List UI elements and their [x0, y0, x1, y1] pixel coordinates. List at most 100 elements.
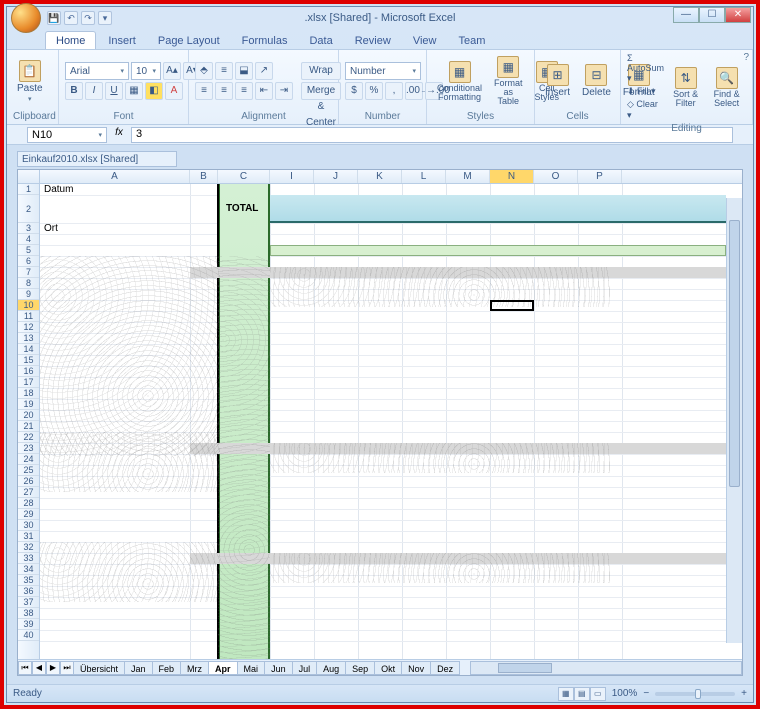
tab-nav-first[interactable]: ⏮	[18, 661, 32, 675]
column-header-P[interactable]: P	[578, 170, 622, 183]
tab-nav-last[interactable]: ⏭	[60, 661, 74, 675]
tab-nav-prev[interactable]: ◀	[32, 661, 46, 675]
row-header-2[interactable]: 2	[18, 195, 39, 223]
redo-icon[interactable]: ↷	[81, 11, 95, 25]
row-header-24[interactable]: 24	[18, 454, 39, 465]
tab-formulas[interactable]: Formulas	[232, 32, 298, 49]
align-top-button[interactable]: ⬘	[195, 62, 213, 80]
indent-dec-button[interactable]: ⇤	[255, 82, 273, 100]
row-header-25[interactable]: 25	[18, 465, 39, 476]
align-middle-button[interactable]: ≡	[215, 62, 233, 80]
vertical-scrollbar[interactable]	[726, 198, 742, 643]
insert-cells-button[interactable]: ⊞Insert	[541, 62, 574, 100]
active-cell[interactable]	[490, 300, 534, 311]
row-header-13[interactable]: 13	[18, 333, 39, 344]
row-header-15[interactable]: 15	[18, 355, 39, 366]
row-header-30[interactable]: 30	[18, 520, 39, 531]
sheet-tab-feb[interactable]: Feb	[152, 661, 182, 675]
workbook-caption[interactable]: Einkauf2010.xlsx [Shared]	[17, 151, 177, 167]
column-header-M[interactable]: M	[446, 170, 490, 183]
bold-button[interactable]: B	[65, 82, 83, 100]
row-header-9[interactable]: 9	[18, 289, 39, 300]
view-pagebreak-button[interactable]: ▭	[590, 687, 606, 701]
row-header-14[interactable]: 14	[18, 344, 39, 355]
font-color-button[interactable]: A	[165, 82, 183, 100]
format-as-table-button[interactable]: ▦Format as Table	[490, 54, 527, 108]
row-header-5[interactable]: 5	[18, 245, 39, 256]
zoom-slider-thumb[interactable]	[695, 689, 701, 699]
tab-review[interactable]: Review	[345, 32, 401, 49]
cell-C2[interactable]: TOTAL	[224, 203, 260, 214]
row-header-7[interactable]: 7	[18, 267, 39, 278]
indent-inc-button[interactable]: ⇥	[275, 82, 293, 100]
row-header-23[interactable]: 23	[18, 443, 39, 454]
row-header-34[interactable]: 34	[18, 564, 39, 575]
column-header-B[interactable]: B	[190, 170, 218, 183]
border-button[interactable]: ▦	[125, 82, 143, 100]
row-header-11[interactable]: 11	[18, 311, 39, 322]
row-header-26[interactable]: 26	[18, 476, 39, 487]
wrap-text-button[interactable]: Wrap Text	[301, 62, 341, 80]
horizontal-scrollbar[interactable]	[470, 661, 742, 675]
comma-button[interactable]: ,	[385, 82, 403, 100]
orientation-button[interactable]: ↗	[255, 62, 273, 80]
column-header-O[interactable]: O	[534, 170, 578, 183]
column-header-J[interactable]: J	[314, 170, 358, 183]
row-header-20[interactable]: 20	[18, 410, 39, 421]
clear-button[interactable]: ◇ Clear ▾	[627, 99, 664, 121]
row-header-18[interactable]: 18	[18, 388, 39, 399]
row-header-27[interactable]: 27	[18, 487, 39, 498]
save-icon[interactable]: 💾	[47, 11, 61, 25]
align-left-button[interactable]: ≡	[195, 82, 213, 100]
row-header-12[interactable]: 12	[18, 322, 39, 333]
minimize-button[interactable]: —	[673, 7, 699, 23]
row-header-17[interactable]: 17	[18, 377, 39, 388]
number-format-combo[interactable]: Number▾	[345, 62, 421, 80]
maximize-button[interactable]: ☐	[699, 7, 725, 23]
sheet-tab-dez[interactable]: Dez	[430, 661, 460, 675]
name-box[interactable]: N10▾	[27, 127, 107, 143]
vertical-scrollbar-thumb[interactable]	[729, 220, 740, 487]
row-header-1[interactable]: 1	[18, 184, 39, 195]
row-header-6[interactable]: 6	[18, 256, 39, 267]
font-name-combo[interactable]: Arial▾	[65, 62, 129, 80]
tab-view[interactable]: View	[403, 32, 447, 49]
sheet-tab-aug[interactable]: Aug	[316, 661, 346, 675]
row-header-8[interactable]: 8	[18, 278, 39, 289]
tab-nav-next[interactable]: ▶	[46, 661, 60, 675]
row-header-16[interactable]: 16	[18, 366, 39, 377]
sheet-tab-jul[interactable]: Jul	[292, 661, 318, 675]
sheet-tab-apr[interactable]: Apr	[208, 661, 238, 675]
ribbon-help-icon[interactable]: ?	[743, 52, 749, 63]
sheet-tab-jun[interactable]: Jun	[264, 661, 293, 675]
cells-area[interactable]: DatumOrtTOTAL	[40, 184, 742, 659]
tab-data[interactable]: Data	[299, 32, 342, 49]
zoom-in-button[interactable]: +	[741, 688, 747, 699]
zoom-out-button[interactable]: −	[643, 688, 649, 699]
row-header-28[interactable]: 28	[18, 498, 39, 509]
sheet-tab-jan[interactable]: Jan	[124, 661, 153, 675]
sort-filter-button[interactable]: ⇅Sort & Filter	[668, 65, 703, 110]
delete-cells-button[interactable]: ⊟Delete	[578, 62, 615, 100]
row-header-31[interactable]: 31	[18, 531, 39, 542]
sheet-tab-mai[interactable]: Mai	[237, 661, 266, 675]
sheet-tab-übersicht[interactable]: Übersicht	[73, 661, 125, 675]
fill-button[interactable]: ⬇ Fill ▾	[627, 86, 664, 97]
row-header-10[interactable]: 10	[18, 300, 39, 311]
row-header-21[interactable]: 21	[18, 421, 39, 432]
merge-center-button[interactable]: Merge & Center	[301, 82, 341, 100]
row-header-33[interactable]: 33	[18, 553, 39, 564]
undo-icon[interactable]: ↶	[64, 11, 78, 25]
row-header-29[interactable]: 29	[18, 509, 39, 520]
autosum-button[interactable]: Σ AutoSum ▾	[627, 53, 664, 84]
zoom-slider[interactable]	[655, 692, 735, 696]
row-header-39[interactable]: 39	[18, 619, 39, 630]
office-button[interactable]	[11, 3, 41, 33]
row-header-36[interactable]: 36	[18, 586, 39, 597]
horizontal-scrollbar-thumb[interactable]	[498, 663, 552, 673]
italic-button[interactable]: I	[85, 82, 103, 100]
column-header-C[interactable]: C	[218, 170, 270, 183]
currency-button[interactable]: $	[345, 82, 363, 100]
row-header-32[interactable]: 32	[18, 542, 39, 553]
column-header-I[interactable]: I	[270, 170, 314, 183]
